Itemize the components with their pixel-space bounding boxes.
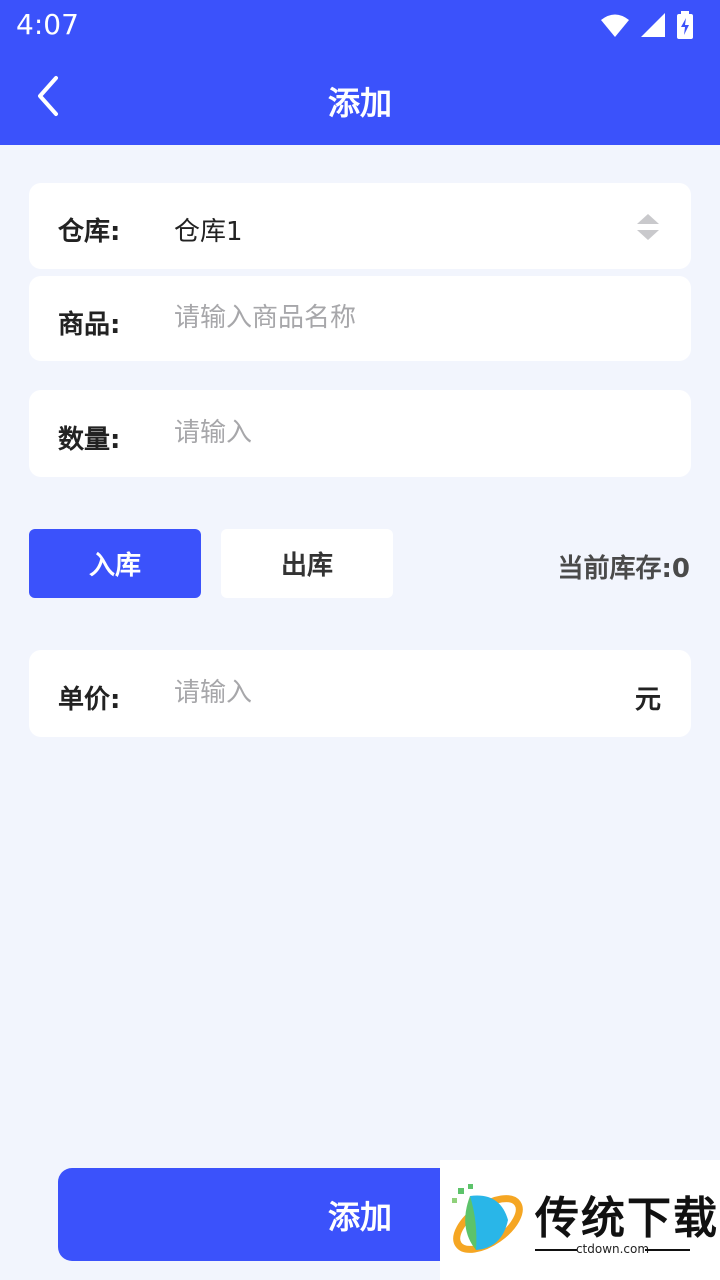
quantity-row: 数量: [29, 390, 691, 477]
warehouse-select-value[interactable]: 仓库1 [174, 211, 243, 248]
price-input[interactable] [174, 673, 594, 713]
watermark-divider-right [645, 1249, 690, 1251]
battery-charging-icon [677, 11, 693, 39]
sort-arrows-icon[interactable] [635, 212, 661, 242]
current-stock-label: 当前库存: [557, 554, 672, 584]
current-stock-value: 0 [671, 554, 690, 584]
price-unit: 元 [634, 685, 661, 715]
price-row: 单价: 元 [29, 650, 691, 737]
signal-icon [641, 13, 665, 37]
watermark: 传统下载 ctdown.com [440, 1160, 720, 1280]
warehouse-label: 仓库: [58, 217, 121, 247]
page-title: 添加 [327, 84, 392, 122]
product-label: 商品: [58, 310, 121, 340]
stock-out-button[interactable]: 出库 [221, 529, 393, 598]
watermark-logo-icon [452, 1184, 523, 1253]
current-stock: 当前库存:0 [558, 548, 691, 585]
app-header: 4:07 添加 [0, 0, 720, 145]
quantity-input[interactable] [174, 413, 654, 453]
warehouse-row[interactable]: 仓库: 仓库1 [29, 183, 691, 269]
quantity-label: 数量: [58, 425, 121, 455]
product-row: 商品: [29, 276, 691, 361]
price-label: 单价: [58, 685, 121, 715]
stock-in-button[interactable]: 入库 [29, 529, 201, 598]
product-input[interactable] [174, 298, 654, 338]
status-time: 4:07 [16, 8, 79, 41]
wifi-icon [601, 14, 629, 37]
status-icons [600, 10, 694, 40]
watermark-title: 传统下载 [535, 1193, 719, 1244]
